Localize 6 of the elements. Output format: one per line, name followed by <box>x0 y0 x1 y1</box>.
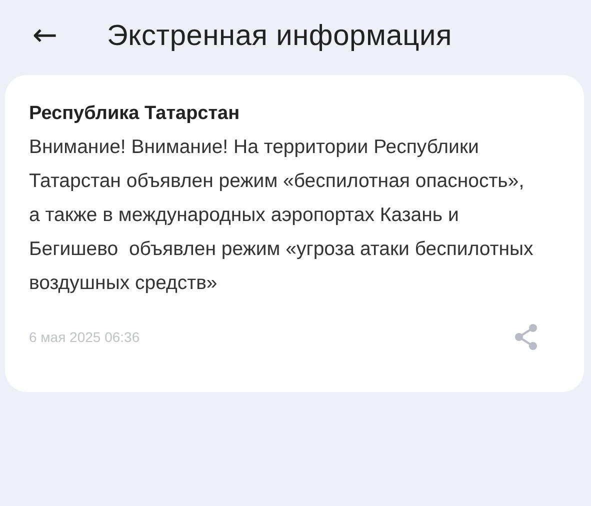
share-icon[interactable] <box>512 322 540 352</box>
alert-message: Внимание! Внимание! На территории Республики Татарстан объявлен режим «беспилотная опасность», а также в международных аэропортах Казань и Бегишево объявлен режим «угроза атаки беспилотных воздушных средств» <box>29 135 534 296</box>
back-button[interactable]: ← <box>27 21 63 51</box>
alert-region: Республика Татарстан <box>29 102 241 126</box>
page-title: Экстренная информация <box>107 20 452 52</box>
alert-date: 6 мая 2025 06:36 <box>29 329 140 345</box>
